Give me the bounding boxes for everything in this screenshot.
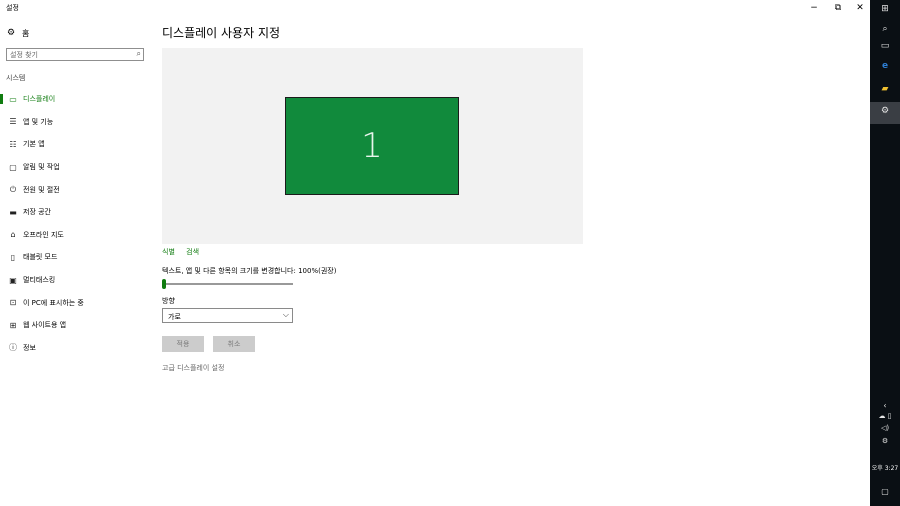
section-label: 시스템 (6, 74, 26, 82)
search-icon[interactable]: ⌕ (870, 24, 900, 34)
sidebar-item-label: 웹 사이트용 앱 (23, 321, 67, 330)
sidebar-item-label: 전원 및 절전 (23, 185, 60, 194)
windows-start-icon[interactable]: ⊞ (870, 4, 900, 14)
list-bullet-icon: ☷ (9, 139, 17, 149)
sidebar-item-default-apps[interactable]: ☷ 기본 앱 (0, 133, 150, 156)
monitor-number: 1 (361, 126, 383, 166)
search-icon[interactable]: ⌕ (137, 49, 141, 59)
message-icon: ▢ (9, 162, 17, 172)
slider-track (162, 283, 293, 285)
orientation-select[interactable]: 가로 ⌵ (162, 308, 293, 323)
slider-thumb[interactable] (162, 279, 166, 289)
sidebar-item-label: 정보 (23, 343, 36, 352)
monitor-tile[interactable]: 1 (285, 97, 459, 195)
sidebar-item-multitasking[interactable]: ▣ 멀티태스킹 (0, 269, 150, 292)
display-links: 식별 검색 (162, 247, 208, 257)
apply-button[interactable]: 적용 (162, 336, 204, 352)
sidebar-item-display[interactable]: ▭ 디스플레이 (0, 88, 150, 111)
volume-icon[interactable]: ◁) (870, 424, 900, 432)
taskbar: ⊞ ⌕ ▭ e ▰ ⚙ ‹ ☁ ▯ ◁) ⚙ 오후 3:27 ▢ (870, 0, 900, 506)
sidebar-item-about[interactable]: ⓘ 정보 (0, 337, 150, 360)
sidebar-item-label: 이 PC에 표시하는 중 (23, 298, 84, 307)
home-label: 홈 (22, 28, 30, 38)
advanced-display-settings-link[interactable]: 고급 디스플레이 설정 (162, 363, 224, 373)
sidebar-item-label: 앱 및 기능 (23, 117, 54, 126)
file-explorer-icon[interactable]: ▰ (870, 84, 900, 94)
scale-slider[interactable] (162, 279, 293, 289)
chevron-down-icon: ⌵ (282, 310, 289, 319)
scale-label: 텍스트, 앱 및 다른 항목의 크기를 변경합니다: 100%(권장) (162, 267, 337, 275)
app-title: 설정 (6, 4, 19, 12)
sidebar-item-label: 알림 및 작업 (23, 163, 60, 172)
sidebar-item-label: 멀티태스킹 (23, 276, 56, 285)
multitask-icon: ▣ (9, 275, 17, 285)
map-icon: ⌂ (10, 230, 16, 240)
main-content: 디스플레이 사용자 지정 1 식별 검색 텍스트, 앱 및 다른 항목의 크기를… (162, 0, 862, 506)
sidebar-item-notifications[interactable]: ▢ 알림 및 작업 (0, 156, 150, 179)
settings-gear-icon[interactable]: ⚙ (870, 106, 900, 116)
display-arrangement: 1 (162, 48, 583, 244)
edge-browser-icon[interactable]: e (870, 61, 900, 71)
sidebar-item-label: 기본 앱 (23, 140, 45, 149)
task-view-icon[interactable]: ▭ (870, 41, 900, 51)
sidebar-item-apps[interactable]: ☰ 앱 및 기능 (0, 111, 150, 134)
list-icon: ☰ (9, 117, 17, 127)
search-input[interactable] (10, 50, 128, 60)
home-nav[interactable]: ⚙ 홈 (6, 26, 29, 40)
sidebar: ⚙ 홈 ⌕ 시스템 ▭ 디스플레이 ☰ 앱 및 기능 ☷ 기본 앱 ▢ 알림 및… (0, 20, 150, 506)
power-icon: ⏻ (9, 184, 17, 194)
sidebar-nav: ▭ 디스플레이 ☰ 앱 및 기능 ☷ 기본 앱 ▢ 알림 및 작업 ⏻ 전원 및… (0, 88, 150, 359)
sidebar-item-label: 디스플레이 (23, 95, 56, 104)
settings-window: 설정 − ⧉ ✕ ⚙ 홈 ⌕ 시스템 ▭ 디스플레이 ☰ 앱 및 기능 ☷ 기본… (0, 0, 870, 506)
notification-center-icon[interactable]: ▢ (870, 487, 900, 496)
monitor-icon: ▭ (9, 94, 17, 104)
sidebar-item-tablet-mode[interactable]: ▯ 태블릿 모드 (0, 246, 150, 269)
storage-icon: ▬ (9, 207, 17, 217)
orientation-label: 방향 (162, 297, 175, 305)
sidebar-item-offline-maps[interactable]: ⌂ 오프라인 지도 (0, 224, 150, 247)
cancel-button[interactable]: 취소 (213, 336, 255, 352)
settings-search[interactable]: ⌕ (6, 48, 144, 61)
sidebar-item-label: 오프라인 지도 (23, 230, 64, 239)
identify-link[interactable]: 식별 (162, 248, 175, 256)
sidebar-item-power[interactable]: ⏻ 전원 및 절전 (0, 178, 150, 201)
project-icon: ⊡ (9, 298, 17, 308)
gear-icon: ⚙ (6, 28, 16, 38)
web-app-icon: ⊞ (9, 320, 17, 330)
sidebar-item-label: 태블릿 모드 (23, 253, 58, 262)
info-icon: ⓘ (9, 343, 17, 353)
detect-link[interactable]: 검색 (186, 248, 199, 256)
sidebar-item-apps-for-websites[interactable]: ⊞ 웹 사이트용 앱 (0, 314, 150, 337)
tablet-icon: ▯ (10, 252, 16, 262)
system-tray-icon[interactable]: ⚙ (870, 437, 900, 445)
sidebar-item-storage[interactable]: ▬ 저장 공간 (0, 201, 150, 224)
orientation-value: 가로 (168, 313, 181, 321)
sidebar-item-label: 저장 공간 (23, 208, 51, 217)
page-title: 디스플레이 사용자 지정 (162, 26, 281, 40)
chevron-up-icon[interactable]: ‹ (870, 401, 900, 410)
network-icon[interactable]: ☁ ▯ (870, 412, 900, 420)
taskbar-clock[interactable]: 오후 3:27 (870, 463, 900, 472)
sidebar-item-projecting[interactable]: ⊡ 이 PC에 표시하는 중 (0, 291, 150, 314)
